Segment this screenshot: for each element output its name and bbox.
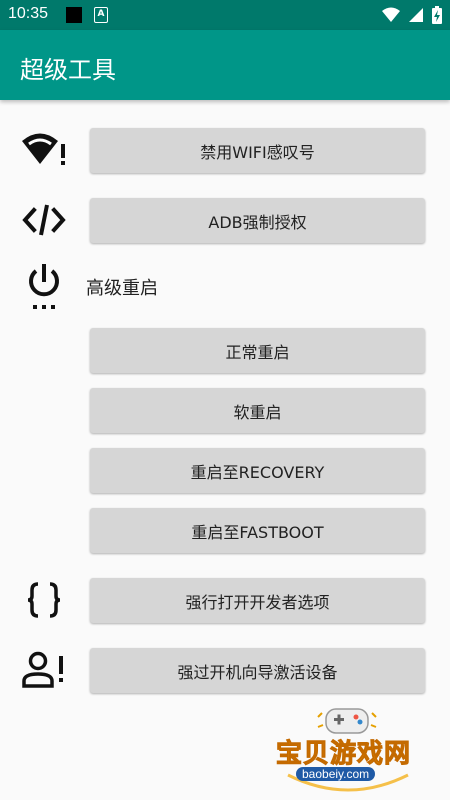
- adb-force-auth-button[interactable]: ADB强制授权: [90, 198, 425, 243]
- app-bar: 超级工具: [0, 30, 450, 100]
- advanced-reboot-label: 高级重启: [86, 278, 158, 299]
- disable-wifi-exclaim-button[interactable]: 禁用WIFI感叹号: [90, 128, 425, 173]
- code-icon: [20, 198, 68, 242]
- watermark-brand: 宝贝游戏网: [275, 739, 412, 770]
- soft-reboot-button[interactable]: 软重启: [90, 388, 425, 433]
- curly-braces-icon: [20, 578, 68, 622]
- signal-icon: [408, 7, 424, 27]
- notification-square-icon: [66, 7, 82, 23]
- user-alert-icon: [20, 648, 68, 692]
- status-bar: 10:35 A: [0, 0, 450, 30]
- reboot-fastboot-button[interactable]: 重启至FASTBOOT: [90, 508, 425, 553]
- status-time: 10:35: [8, 5, 49, 22]
- bypass-setup-wizard-button[interactable]: 强过开机向导激活设备: [90, 648, 425, 693]
- battery-charging-icon: [432, 6, 442, 28]
- force-developer-options-button[interactable]: 强行打开开发者选项: [90, 578, 425, 623]
- notification-a-icon: A: [94, 7, 108, 23]
- wifi-status-icon: [382, 7, 400, 27]
- reboot-recovery-button[interactable]: 重启至RECOVERY: [90, 448, 425, 493]
- watermark-url: baobeiy.com: [296, 767, 376, 781]
- wifi-exclamation-icon: [20, 128, 68, 172]
- normal-reboot-button[interactable]: 正常重启: [90, 328, 425, 373]
- watermark-logo: 宝贝游戏网 baobeiy.com: [268, 705, 428, 795]
- app-title: 超级工具: [20, 56, 116, 84]
- power-settings-icon: [20, 262, 68, 312]
